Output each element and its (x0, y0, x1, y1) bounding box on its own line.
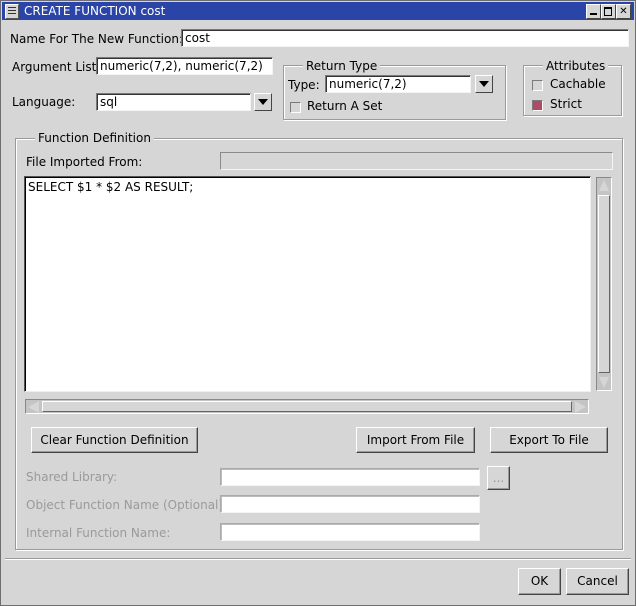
title-bar[interactable]: CREATE FUNCTION cost ✕ (2, 2, 634, 20)
language-select[interactable]: sql (96, 93, 251, 111)
ok-button[interactable]: OK (518, 568, 561, 595)
function-name-input[interactable]: cost (181, 29, 629, 47)
window-title: CREATE FUNCTION cost (24, 4, 166, 18)
name-label: Name For The New Function: (10, 32, 183, 46)
shared-library-label: Shared Library: (26, 470, 118, 484)
cancel-button[interactable]: Cancel (566, 568, 629, 595)
return-set-label: Return A Set (307, 99, 383, 113)
function-definition-group-title: Function Definition (35, 131, 154, 145)
maximize-icon[interactable] (601, 4, 616, 19)
language-dropdown-arrow-icon[interactable] (254, 93, 272, 111)
close-icon[interactable]: ✕ (616, 4, 631, 19)
vertical-scrollbar[interactable] (596, 177, 612, 391)
strict-label: Strict (550, 97, 582, 111)
argument-list-input[interactable]: numeric(7,2), numeric(7,2) (96, 57, 273, 75)
window-menu-icon[interactable] (5, 4, 19, 19)
attributes-group-title: Attributes (543, 59, 609, 73)
argument-list-label: Argument List: (12, 60, 101, 74)
horizontal-scroll-thumb[interactable] (42, 401, 572, 412)
return-type-group-title: Return Type (303, 59, 381, 73)
function-body-editor[interactable]: SELECT $1 * $2 AS RESULT; (24, 176, 591, 392)
dialog-window: CREATE FUNCTION cost ✕ Name For The New … (0, 0, 636, 606)
shared-library-input[interactable] (220, 468, 480, 486)
cachable-label: Cachable (550, 77, 606, 91)
footer-separator (5, 558, 631, 560)
scroll-right-arrow-icon[interactable] (575, 401, 586, 413)
scroll-up-arrow-icon[interactable] (599, 180, 609, 191)
return-type-label: Type: (288, 78, 320, 92)
vertical-scroll-thumb[interactable] (598, 195, 610, 373)
file-imported-label: File Imported From: (26, 155, 143, 169)
scroll-left-arrow-icon[interactable] (28, 401, 39, 413)
export-to-file-button[interactable]: Export To File (490, 427, 608, 453)
internal-function-name-label: Internal Function Name: (26, 526, 171, 540)
return-type-dropdown-arrow-icon[interactable] (475, 75, 493, 93)
object-function-name-label: Object Function Name (Optional): (26, 498, 228, 512)
clear-definition-button[interactable]: Clear Function Definition (31, 427, 198, 453)
return-type-select[interactable]: numeric(7,2) (325, 75, 471, 93)
internal-function-name-input[interactable] (220, 523, 480, 541)
scroll-down-arrow-icon[interactable] (599, 377, 609, 388)
object-function-name-input[interactable] (220, 495, 480, 513)
import-from-file-button[interactable]: Import From File (356, 427, 475, 453)
minimize-icon[interactable] (586, 4, 601, 19)
strict-checkbox[interactable] (532, 100, 543, 111)
cachable-checkbox[interactable] (532, 80, 543, 91)
return-set-checkbox[interactable] (290, 102, 301, 113)
horizontal-scrollbar[interactable] (25, 399, 589, 414)
file-imported-field (220, 152, 613, 170)
language-label: Language: (12, 95, 76, 109)
browse-library-button[interactable]: ... (487, 466, 510, 490)
